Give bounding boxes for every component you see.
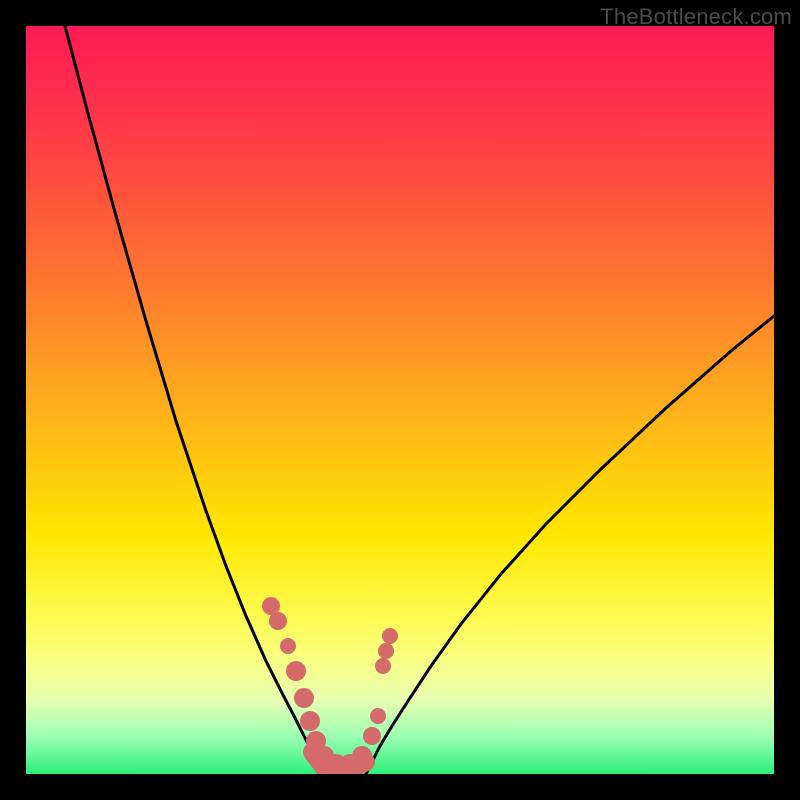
bead-marker <box>378 643 394 659</box>
curve-layer <box>26 26 774 774</box>
bead-marker <box>370 708 386 724</box>
watermark-text: TheBottleneck.com <box>600 4 792 30</box>
right-curve <box>366 316 774 774</box>
bead-marker <box>375 658 391 674</box>
bead-marker <box>300 711 320 731</box>
bead-marker <box>352 746 372 766</box>
left-curve <box>65 26 324 774</box>
bead-marker <box>294 688 314 708</box>
plot-area <box>26 26 774 774</box>
bead-marker <box>382 628 398 644</box>
bead-marker <box>280 638 296 654</box>
bead-marker <box>269 612 287 630</box>
bead-marker <box>286 661 306 681</box>
bead-marker <box>363 727 381 745</box>
curve-paths <box>65 26 774 774</box>
chart-frame: TheBottleneck.com <box>0 0 800 800</box>
